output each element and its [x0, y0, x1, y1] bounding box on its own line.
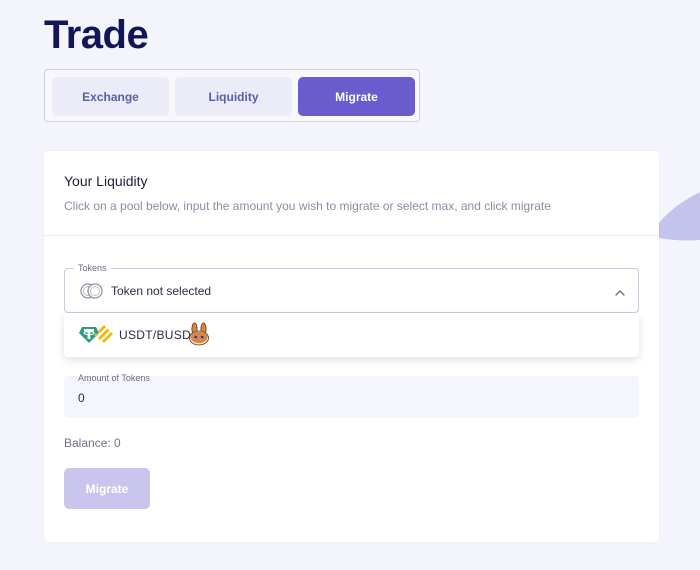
card-header: Your Liquidity Click on a pool below, in…	[44, 151, 659, 236]
balance-text: Balance: 0	[64, 436, 121, 450]
token-option-label: USDT/BUSD	[119, 328, 192, 342]
token-select-value: Token not selected	[111, 284, 212, 298]
chevron-up-icon[interactable]	[614, 285, 626, 303]
token-select[interactable]: Tokens Token not selected	[64, 263, 639, 313]
migrate-button[interactable]: Migrate	[64, 468, 150, 509]
pancakeswap-bunny-icon	[188, 322, 210, 351]
card-subtitle: Click on a pool below, input the amount …	[64, 199, 551, 213]
amount-field: Amount of Tokens	[64, 373, 639, 418]
busd-icon	[94, 324, 114, 349]
tab-liquidity[interactable]: Liquidity	[175, 77, 292, 116]
page-title: Trade	[44, 13, 149, 57]
liquidity-card: Your Liquidity Click on a pool below, in…	[44, 151, 659, 542]
tab-bar: Exchange Liquidity Migrate	[44, 69, 420, 122]
token-dropdown-menu: USDT/BUSD	[64, 313, 639, 357]
amount-input[interactable]	[76, 388, 620, 408]
tab-migrate[interactable]: Migrate	[298, 77, 415, 116]
card-title: Your Liquidity	[64, 173, 148, 189]
token-option-usdt-busd[interactable]: USDT/BUSD	[64, 313, 639, 357]
coins-icon	[80, 282, 104, 305]
token-select-label: Tokens	[74, 263, 111, 274]
tab-exchange[interactable]: Exchange	[52, 77, 169, 116]
amount-label: Amount of Tokens	[78, 373, 150, 383]
